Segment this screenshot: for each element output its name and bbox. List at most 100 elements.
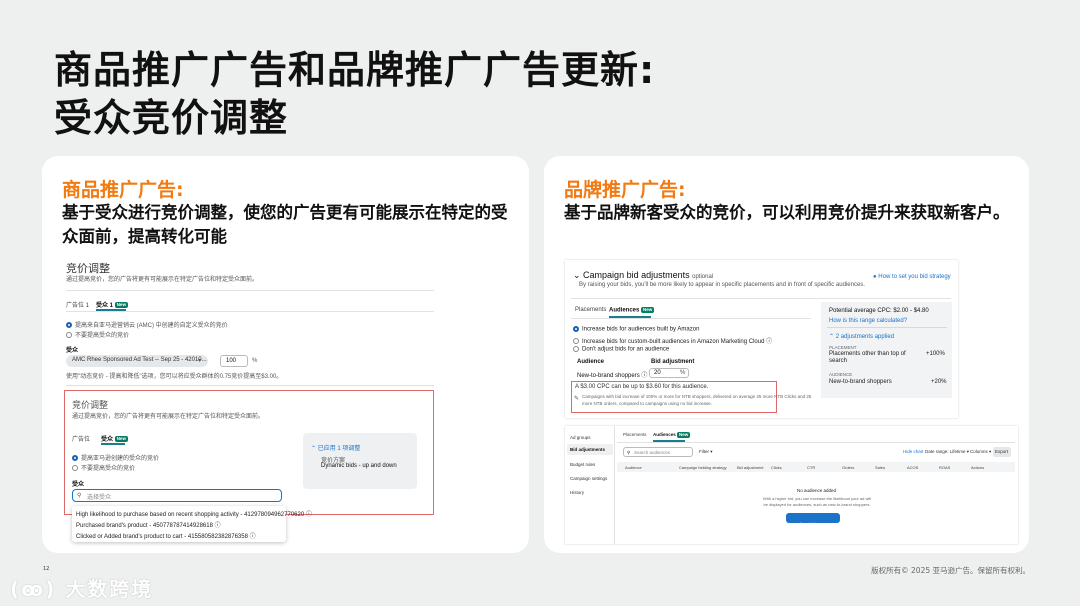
- col-header[interactable]: Campaign bidding strategy: [679, 465, 727, 470]
- applied-label[interactable]: ⌃ 已应用 1 项调整: [311, 443, 360, 452]
- divider: [571, 298, 951, 299]
- side-nav-item[interactable]: Budget rules: [570, 462, 595, 467]
- col-header[interactable]: CTR: [807, 465, 815, 470]
- col-header[interactable]: Actions: [971, 465, 984, 470]
- lightbulb-icon: ✎: [574, 396, 580, 402]
- sp-screenshot: 竞价调整 通过提高竞价，您的广告将更有可能展示在特定广告位和特定受众面前。 广告…: [64, 260, 446, 550]
- row-audience-label: New-to-brand shoppers: [577, 373, 640, 379]
- col-header[interactable]: Sales: [875, 465, 885, 470]
- help-link[interactable]: ● How to set you bid strategy: [873, 274, 951, 280]
- col-header[interactable]: Orders: [842, 465, 854, 470]
- logo-mark-icon: (ꙭ): [10, 577, 66, 601]
- potential-cpc: Potential average CPC: $2.00 - $4.80: [829, 308, 929, 314]
- placement-name: Placements other than top of search: [829, 351, 906, 364]
- date-range-select[interactable]: Date range: Lifetime ▾: [925, 449, 969, 455]
- strategy-value: Dynamic bids - up and down: [321, 463, 397, 469]
- divider: [827, 327, 947, 328]
- columns-select[interactable]: Columns ▾: [970, 449, 991, 455]
- side-nav-item[interactable]: Ad groups: [570, 435, 591, 440]
- hide-chart-link[interactable]: Hide chart: [903, 449, 924, 454]
- side-nav-item[interactable]: History: [570, 490, 584, 495]
- percent-input[interactable]: 100: [220, 355, 248, 367]
- chevron-up-icon: ⌃: [311, 446, 318, 452]
- row-audience: New-to-brand shoppers ⓘ: [577, 370, 647, 379]
- inner-radio-yes[interactable]: 提高亚马逊创建的受众的竞价: [72, 453, 159, 462]
- tab-audiences[interactable]: Audiences New: [609, 307, 655, 314]
- logo: (ꙭ) 大数跨境: [10, 573, 153, 602]
- inner-subtitle: 通过提高竞价，您的广告将更有可能展示在特定广告位和特定受众面前。: [72, 414, 265, 420]
- audience-value: +20%: [931, 379, 947, 385]
- info-icon: ⓘ: [214, 523, 221, 529]
- radio-off-icon: [66, 332, 72, 339]
- col-header[interactable]: ACOS: [907, 465, 918, 470]
- option-label: Purchased brand's product - 450778787414…: [76, 523, 213, 529]
- radio-on-icon: [72, 455, 78, 462]
- chevron-down-icon: ▾: [710, 449, 713, 454]
- side-nav-item[interactable]: Campaign settings: [570, 476, 607, 481]
- inner-tab-audience[interactable]: 受众 New: [101, 434, 128, 443]
- bid-adjust-value: 20: [654, 370, 661, 376]
- filter-button[interactable]: Filter ▾: [699, 449, 713, 455]
- divider: [66, 311, 434, 312]
- radio-none[interactable]: Don't adjust bids for an audience: [573, 346, 669, 353]
- radio-no-adjust[interactable]: 不要提高受众的竞价: [66, 330, 129, 339]
- highlight-box: 竞价调整 通过提高竞价，您的广告将更有可能展示在特定广告位和特定受众面前。 广告…: [64, 390, 434, 515]
- dropdown-option[interactable]: Clicked or Added brand's product to cart…: [76, 531, 256, 540]
- radio-amc-label: 提高来自亚马逊营销云 (AMC) 中创建的自定义受众的竞价: [75, 323, 228, 329]
- tab-placements[interactable]: Placements: [575, 307, 606, 313]
- table-header-row: Audience Campaign bidding strategy Bid a…: [617, 462, 1015, 472]
- info-icon: ⓘ: [249, 534, 256, 540]
- audience-hint: 使用"动态竞价 - 提高和降低"选项，您可以将应受众群体的0.75竞价提高至$3…: [66, 374, 283, 380]
- page-number: 12: [43, 566, 50, 572]
- card-heading: 商品推广广告:: [62, 179, 184, 201]
- slide-title-line2: 受众竞价调整: [54, 96, 289, 140]
- percent-value: 100: [226, 358, 237, 364]
- audience-search-input[interactable]: ⚲ Search audiences: [623, 447, 693, 457]
- campaign-bid-subtitle: By raising your bids, you'll be more lik…: [579, 282, 865, 288]
- logo-text: 大数跨境: [65, 577, 154, 601]
- audience-select[interactable]: AMC Rhee Sponsored Ad Test -- Sep 25 - 4…: [66, 355, 208, 367]
- sponsored-products-card: 商品推广广告: 基于受众进行竞价调整，使您的广告更有可能展示在特定的受众面前，提…: [42, 156, 529, 553]
- divider: [617, 442, 1015, 443]
- radio-custom[interactable]: Increase bids for custom-built audiences…: [573, 336, 772, 345]
- radio-on-icon: [573, 326, 579, 332]
- dropdown-option[interactable]: Purchased brand's product - 450778787414…: [76, 520, 221, 529]
- chevron-up-icon: ⌃: [829, 334, 836, 340]
- col-header[interactable]: Clicks: [771, 465, 782, 470]
- inner-tab-placement[interactable]: 广告位: [72, 434, 90, 443]
- tab-audience[interactable]: 受众 1 New: [96, 300, 128, 309]
- filter-label: Filter: [699, 449, 709, 454]
- audience-search-input[interactable]: ⚲ 选择受众: [72, 489, 282, 502]
- radio-no-label: 不要提高受众的竞价: [75, 333, 130, 339]
- date-range-label: Date range: Lifetime: [925, 449, 966, 454]
- optional-label: optional: [692, 274, 714, 280]
- dropdown-option[interactable]: High likelihood to purchase based on rec…: [76, 509, 312, 518]
- radio-amc[interactable]: 提高来自亚马逊营销云 (AMC) 中创建的自定义受众的竞价: [66, 320, 228, 329]
- radio-amazon-label: Increase bids for audiences built by Ama…: [582, 326, 700, 333]
- inner-title: 竞价调整: [72, 400, 109, 410]
- audience-select-value: AMC Rhee Sponsored Ad Test -- Sep 25 - 4…: [72, 357, 207, 363]
- cpc-note: A $3.00 CPC can be up to $3.60 for this …: [575, 384, 709, 390]
- bid-adjust-input[interactable]: 20 %: [649, 368, 689, 378]
- radio-amazon[interactable]: Increase bids for audiences built by Ama…: [573, 326, 699, 333]
- tab2-audiences[interactable]: Audiences New: [653, 432, 691, 438]
- percent-sign: %: [252, 358, 258, 364]
- adjustments-applied[interactable]: ⌃ 2 adjustments applied: [829, 333, 894, 340]
- divider: [66, 385, 434, 386]
- empty-state-title: No audience added: [797, 488, 837, 493]
- tab-placement[interactable]: 广告位 1: [66, 300, 89, 309]
- col-header[interactable]: Audience: [625, 465, 642, 470]
- sb-audiences-table-screenshot: Ad groups Bid adjustments Budget rules C…: [565, 426, 1018, 545]
- col-header[interactable]: ROAS: [939, 465, 950, 470]
- radio-none-label: Don't adjust bids for an audience: [582, 346, 670, 353]
- side-nav-item-active[interactable]: Bid adjustments: [570, 447, 605, 452]
- chevron-down-icon: ▾: [198, 358, 202, 364]
- inner-radio-no[interactable]: 不要提高受众的竞价: [72, 463, 135, 472]
- slide-title-line1: 商品推广广告和品牌推广广告更新:: [54, 48, 656, 92]
- adjust-bids-button[interactable]: Adjust bids on an audience: [786, 513, 840, 545]
- audience-name: New-to-brand shoppers: [829, 379, 892, 385]
- tab2-placements[interactable]: Placements: [623, 432, 647, 437]
- col-header[interactable]: Bid adjustment: [737, 465, 763, 470]
- range-link[interactable]: How is this range calculated?: [829, 318, 907, 324]
- export-button[interactable]: Export: [993, 447, 1011, 457]
